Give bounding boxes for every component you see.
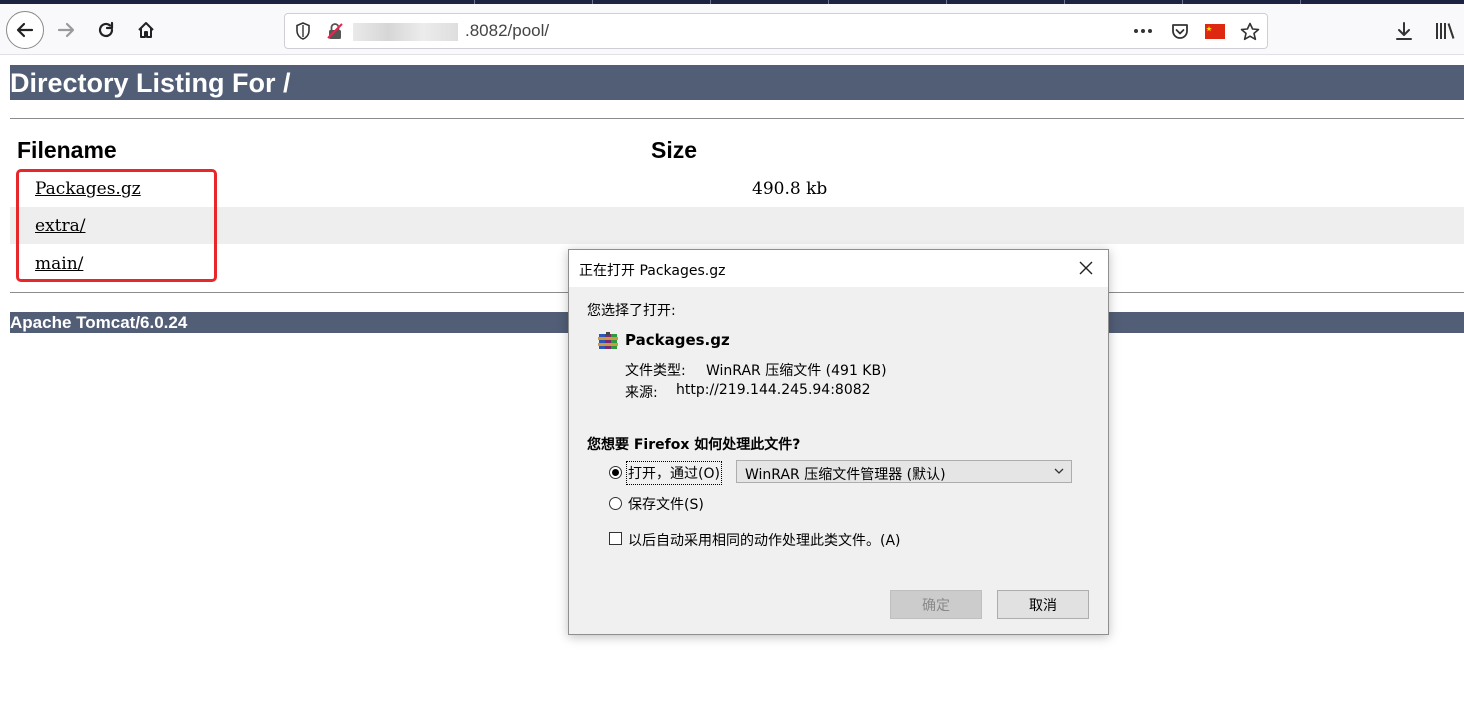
save-file-label[interactable]: 保存文件(S) <box>628 494 704 514</box>
home-button[interactable] <box>128 12 164 48</box>
url-text[interactable]: .8082/pool/ <box>465 21 549 41</box>
auto-action-checkbox[interactable] <box>609 532 622 545</box>
filename-column-header: Filename <box>17 137 117 163</box>
dialog-close-button[interactable] <box>1070 254 1102 282</box>
page-title: Directory Listing For / <box>10 65 1464 100</box>
dialog-title: 正在打开 Packages.gz <box>579 263 726 279</box>
browser-toolbar: .8082/pool/ <box>0 4 1464 55</box>
file-size: 490.8 kb <box>752 179 828 199</box>
page-actions-icon[interactable] <box>1130 21 1156 41</box>
source-label: 来源: <box>625 385 658 401</box>
forward-arrow-icon <box>57 22 75 38</box>
source-value: http://219.144.245.94:8082 <box>676 382 871 398</box>
file-name: Packages.gz <box>625 331 730 349</box>
table-row: extra/ <box>10 207 1464 244</box>
chosen-label: 您选择了打开: <box>587 303 676 319</box>
insecure-lock-icon[interactable] <box>325 21 345 41</box>
forward-button[interactable] <box>48 12 84 48</box>
address-bar[interactable]: .8082/pool/ <box>284 13 1268 49</box>
library-icon[interactable] <box>1432 20 1458 42</box>
dialog-titlebar: 正在打开 Packages.gz <box>569 250 1108 287</box>
back-arrow-icon <box>16 22 34 38</box>
size-column-header: Size <box>651 137 698 163</box>
file-type-value: WinRAR 压缩文件 (491 KB) <box>706 363 887 379</box>
open-with-label[interactable]: 打开，通过(O) <box>626 461 722 485</box>
auto-action-label[interactable]: 以后自动采用相同的动作处理此类文件。(A) <box>628 530 901 550</box>
open-with-select[interactable]: WinRAR 压缩文件管理器 (默认) <box>736 460 1072 483</box>
save-file-radio[interactable] <box>609 497 622 510</box>
pocket-icon[interactable] <box>1169 21 1191 41</box>
close-icon <box>1079 261 1093 275</box>
downloads-icon[interactable] <box>1392 20 1416 42</box>
open-with-radio[interactable] <box>609 466 622 479</box>
tracking-shield-icon[interactable] <box>293 21 313 41</box>
back-button[interactable] <box>6 11 44 49</box>
china-flag-icon[interactable] <box>1203 21 1227 41</box>
winrar-archive-icon <box>598 331 618 351</box>
chevron-down-icon <box>1054 468 1064 474</box>
table-row: Packages.gz 490.8 kb <box>10 170 1464 207</box>
reload-button[interactable] <box>88 12 124 48</box>
highlight-annotation-box <box>16 169 217 282</box>
redacted-host <box>353 23 458 41</box>
open-file-dialog: 正在打开 Packages.gz 您选择了打开: Packages.gz 文件类… <box>568 249 1109 635</box>
bookmark-star-icon[interactable] <box>1239 21 1261 41</box>
handling-question: 您想要 Firefox 如何处理此文件? <box>587 437 801 453</box>
cancel-button[interactable]: 取消 <box>997 590 1089 619</box>
ok-button[interactable]: 确定 <box>890 590 982 619</box>
divider <box>10 118 1464 119</box>
reload-icon <box>98 21 114 38</box>
file-type-label: 文件类型: <box>625 363 686 379</box>
open-with-select-value: WinRAR 压缩文件管理器 (默认) <box>745 467 946 483</box>
home-icon <box>138 22 154 38</box>
